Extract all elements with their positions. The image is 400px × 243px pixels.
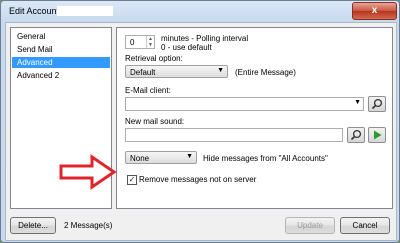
sidebar-item-advanced-2[interactable]: Advanced 2 xyxy=(12,70,110,81)
browse-email-client-button[interactable] xyxy=(368,96,386,112)
cancel-button[interactable]: Cancel xyxy=(340,217,390,234)
play-icon xyxy=(374,130,382,140)
chevron-down-icon: ▼ xyxy=(186,153,193,160)
hide-messages-select[interactable]: None ▼ xyxy=(125,151,197,164)
window-title: Edit Account: xyxy=(9,6,62,16)
hide-messages-value: None xyxy=(130,154,150,163)
chevron-down-icon: ▼ xyxy=(217,67,224,74)
retrieval-option-note: (Entire Message) xyxy=(235,68,296,77)
retrieval-option-label: Retrieval option: xyxy=(125,54,183,63)
browse-sound-button[interactable] xyxy=(347,127,365,143)
remove-messages-label: Remove messages not on server xyxy=(139,175,257,184)
new-mail-sound-input[interactable] xyxy=(125,128,343,142)
email-client-select[interactable]: ▼ xyxy=(125,97,364,111)
search-icon xyxy=(371,98,383,110)
delete-button[interactable]: Delete... xyxy=(10,217,56,234)
sidebar-item-general[interactable]: General xyxy=(12,31,110,42)
hide-messages-label: Hide messages from "All Accounts" xyxy=(203,154,328,163)
polling-interval-value: 0 xyxy=(130,38,135,47)
account-name-redaction xyxy=(57,6,113,16)
remove-messages-checkbox[interactable]: ✓ xyxy=(127,175,137,185)
spin-arrows-icon[interactable]: ▲ ▼ xyxy=(146,36,154,48)
retrieval-option-value: Default xyxy=(130,68,156,77)
update-button[interactable]: Update xyxy=(285,217,335,234)
close-button[interactable]: x xyxy=(352,2,397,20)
message-count: 2 Message(s) xyxy=(64,221,113,230)
dialog-body: General Send Mail Advanced Advanced 2 0 … xyxy=(5,22,397,241)
edit-account-dialog: Edit Account: x General Send Mail Advanc… xyxy=(0,0,400,243)
retrieval-option-select[interactable]: Default ▼ xyxy=(125,65,228,78)
sidebar-item-advanced[interactable]: Advanced xyxy=(12,57,110,68)
polling-default-hint: 0 - use default xyxy=(161,43,212,52)
polling-interval-input[interactable]: 0 ▲ ▼ xyxy=(125,35,155,49)
new-mail-sound-label: New mail sound: xyxy=(125,117,185,126)
search-icon xyxy=(350,129,362,141)
sidebar-item-send-mail[interactable]: Send Mail xyxy=(12,44,110,55)
title-bar[interactable]: Edit Account: x xyxy=(1,1,399,21)
chevron-down-icon: ▼ xyxy=(354,99,361,106)
annotation-arrow-icon xyxy=(59,154,117,190)
polling-interval-label: minutes - Polling interval xyxy=(161,34,249,43)
email-client-label: E-Mail client: xyxy=(125,86,171,95)
advanced-settings-panel: 0 ▲ ▼ minutes - Polling interval 0 - use … xyxy=(116,27,393,209)
play-sound-button[interactable] xyxy=(368,127,386,143)
